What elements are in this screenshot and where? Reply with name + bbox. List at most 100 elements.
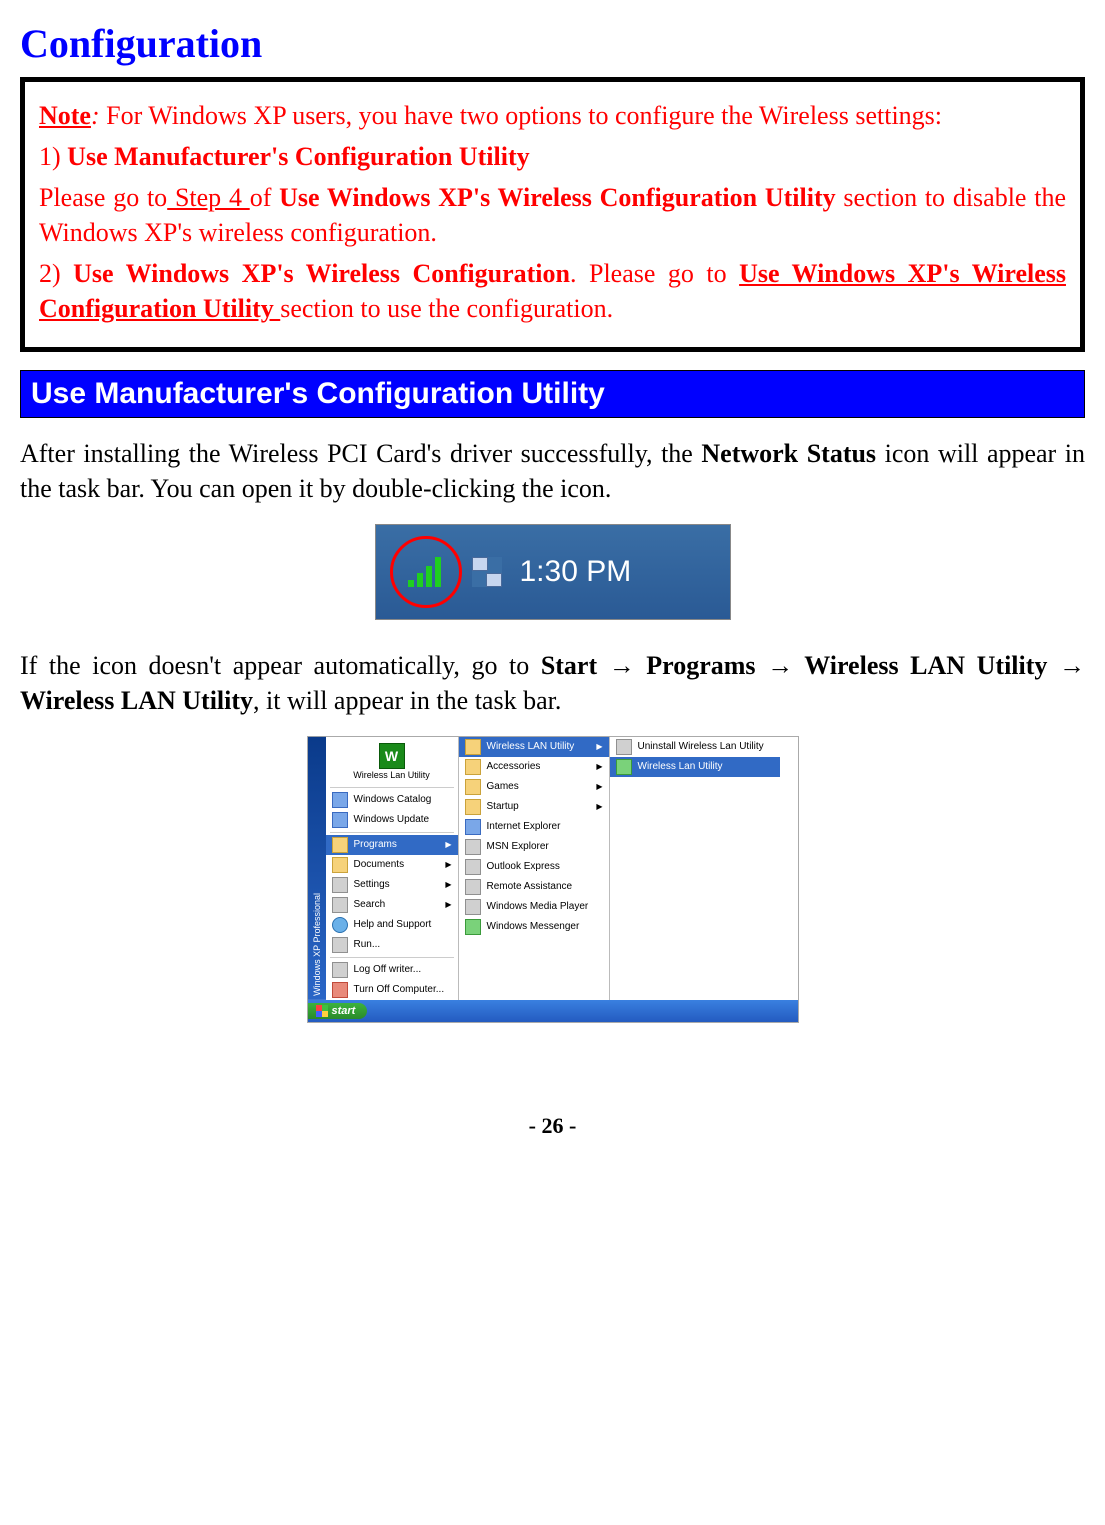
submenu-item-startup[interactable]: Startup ▶ bbox=[459, 797, 609, 817]
submenu-item-outlook[interactable]: Outlook Express bbox=[459, 857, 609, 877]
submenu-item-accessories[interactable]: Accessories ▶ bbox=[459, 757, 609, 777]
para2-a: If the icon doesn't appear automatically… bbox=[20, 651, 541, 680]
startmenu-item-shutdown[interactable]: Turn Off Computer... bbox=[326, 980, 458, 1000]
opt2-num: 2) bbox=[39, 259, 73, 288]
note-intro: Note: For Windows XP users, you have two… bbox=[39, 98, 1066, 133]
startmenu-pinned-label: Wireless Lan Utility bbox=[326, 771, 458, 781]
note-box: Note: For Windows XP users, you have two… bbox=[20, 77, 1085, 352]
opt1-step4-link[interactable]: Step 4 bbox=[167, 183, 250, 212]
menu-label: Internet Explorer bbox=[487, 821, 561, 832]
startmenu-item-windows-catalog[interactable]: Windows Catalog bbox=[326, 790, 458, 810]
startmenu-wlu-submenu: Uninstall Wireless Lan Utility Wireless … bbox=[609, 737, 780, 1000]
note-intro-text: For Windows XP users, you have two optio… bbox=[100, 101, 942, 130]
msn-icon bbox=[465, 839, 481, 855]
submenu-item-ie[interactable]: Internet Explorer bbox=[459, 817, 609, 837]
paragraph-1: After installing the Wireless PCI Card's… bbox=[20, 436, 1085, 506]
startmenu-item-programs[interactable]: Programs ▶ bbox=[326, 835, 458, 855]
submenu-item-msn[interactable]: MSN Explorer bbox=[459, 837, 609, 857]
page-number: - 26 - bbox=[20, 1113, 1085, 1139]
menu-label: Windows Update bbox=[354, 814, 430, 825]
start-label: start bbox=[332, 1005, 356, 1017]
run-icon bbox=[332, 937, 348, 953]
menu-label: Uninstall Wireless Lan Utility bbox=[638, 741, 764, 752]
settings-icon bbox=[332, 877, 348, 893]
chevron-right-icon: ▶ bbox=[445, 840, 451, 849]
menu-label: Startup bbox=[487, 801, 519, 812]
menu-label: Documents bbox=[354, 859, 405, 870]
paragraph-2: If the icon doesn't appear automatically… bbox=[20, 648, 1085, 718]
para1-bold: Network Status bbox=[701, 439, 876, 468]
para2-programs: Programs bbox=[635, 651, 767, 680]
folder-icon bbox=[332, 837, 348, 853]
startmenu-item-logoff[interactable]: Log Off writer... bbox=[326, 960, 458, 980]
messenger-icon bbox=[465, 919, 481, 935]
submenu-item-remote-assist[interactable]: Remote Assistance bbox=[459, 877, 609, 897]
startmenu-item-settings[interactable]: Settings▶ bbox=[326, 875, 458, 895]
startmenu-item-search[interactable]: Search▶ bbox=[326, 895, 458, 915]
menu-label: Turn Off Computer... bbox=[354, 984, 445, 995]
arrow-icon: → bbox=[1059, 651, 1085, 680]
submenu-item-wireless-lan-utility[interactable]: Wireless LAN Utility ▶ bbox=[459, 737, 609, 757]
chevron-right-icon: ▶ bbox=[445, 860, 451, 869]
menu-label: Windows Messenger bbox=[487, 921, 580, 932]
chevron-right-icon: ▶ bbox=[596, 762, 602, 771]
menu-label: Settings bbox=[354, 879, 390, 890]
startmenu-programs-submenu: Wireless LAN Utility ▶ Accessories ▶ Games… bbox=[458, 737, 609, 1000]
startmenu-sidebar: Windows XP Professional bbox=[308, 737, 326, 1000]
wireless-utility-icon bbox=[616, 759, 632, 775]
note-option-1-title: 1) Use Manufacturer's Configuration Util… bbox=[39, 139, 1066, 174]
note-label: Note bbox=[39, 101, 91, 130]
startmenu-item-windows-update[interactable]: Windows Update bbox=[326, 810, 458, 830]
folder-icon bbox=[332, 857, 348, 873]
logoff-icon bbox=[332, 962, 348, 978]
menu-label: Wireless LAN Utility bbox=[487, 741, 575, 752]
chevron-right-icon: ▶ bbox=[596, 802, 602, 811]
chevron-right-icon: ▶ bbox=[596, 782, 602, 791]
para2-wlu2: Wireless LAN Utility bbox=[20, 686, 253, 715]
windows-flag-icon bbox=[316, 1005, 328, 1017]
menu-label: Windows Catalog bbox=[354, 794, 432, 805]
folder-icon bbox=[465, 799, 481, 815]
shutdown-icon bbox=[332, 982, 348, 998]
menu-label: Windows Media Player bbox=[487, 901, 589, 912]
opt2-b: section to use the configuration bbox=[280, 294, 606, 323]
startmenu-pinned-app[interactable]: W Wireless Lan Utility bbox=[326, 739, 458, 785]
menu-label: Log Off writer... bbox=[354, 964, 422, 975]
menu-label: Help and Support bbox=[354, 919, 432, 930]
start-button[interactable]: start bbox=[308, 1003, 368, 1019]
menu-label: MSN Explorer bbox=[487, 841, 549, 852]
opt1-bold: Use Windows XP's Wireless Configuration … bbox=[279, 183, 836, 212]
opt2-dot: . bbox=[607, 294, 614, 323]
taskbar-clock: 1:30 PM bbox=[520, 555, 632, 589]
wireless-utility-icon: W bbox=[379, 743, 405, 769]
menu-label: Remote Assistance bbox=[487, 881, 573, 892]
chevron-right-icon: ▶ bbox=[596, 742, 602, 751]
menu-label: Accessories bbox=[487, 761, 541, 772]
menu-label: Programs bbox=[354, 839, 397, 850]
uninstall-icon bbox=[616, 739, 632, 755]
folder-icon bbox=[465, 739, 481, 755]
startmenu-left-column: W Wireless Lan Utility Windows Catalog W… bbox=[326, 737, 458, 1000]
submenu-item-uninstall-wlu[interactable]: Uninstall Wireless Lan Utility bbox=[610, 737, 780, 757]
startmenu-item-run[interactable]: Run... bbox=[326, 935, 458, 955]
arrow-icon: → bbox=[609, 651, 635, 680]
opt1-title: Use Manufacturer's Configuration Utility bbox=[67, 142, 529, 171]
arrow-icon: → bbox=[767, 651, 793, 680]
network-status-icon[interactable] bbox=[408, 557, 444, 587]
opt1-num: 1) bbox=[39, 142, 67, 171]
submenu-item-games[interactable]: Games▶ bbox=[459, 777, 609, 797]
page-title: Configuration bbox=[20, 20, 1085, 67]
startmenu-item-documents[interactable]: Documents ▶ bbox=[326, 855, 458, 875]
section-header: Use Manufacturer's Configuration Utility bbox=[20, 370, 1085, 418]
network-connection-icon[interactable] bbox=[472, 557, 502, 587]
menu-label: Run... bbox=[354, 939, 381, 950]
submenu-item-wmp[interactable]: Windows Media Player bbox=[459, 897, 609, 917]
startmenu-screenshot: Windows XP Professional W Wireless Lan U… bbox=[307, 736, 799, 1023]
submenu-item-messenger[interactable]: Windows Messenger bbox=[459, 917, 609, 937]
opt2-title: Use Windows XP's Wireless Configuration bbox=[73, 259, 570, 288]
opt2-a: . Please go to bbox=[570, 259, 739, 288]
remote-assist-icon bbox=[465, 879, 481, 895]
submenu-item-wireless-lan-utility-app[interactable]: Wireless Lan Utility bbox=[610, 757, 780, 777]
chevron-right-icon: ▶ bbox=[445, 900, 451, 909]
startmenu-item-help[interactable]: Help and Support bbox=[326, 915, 458, 935]
